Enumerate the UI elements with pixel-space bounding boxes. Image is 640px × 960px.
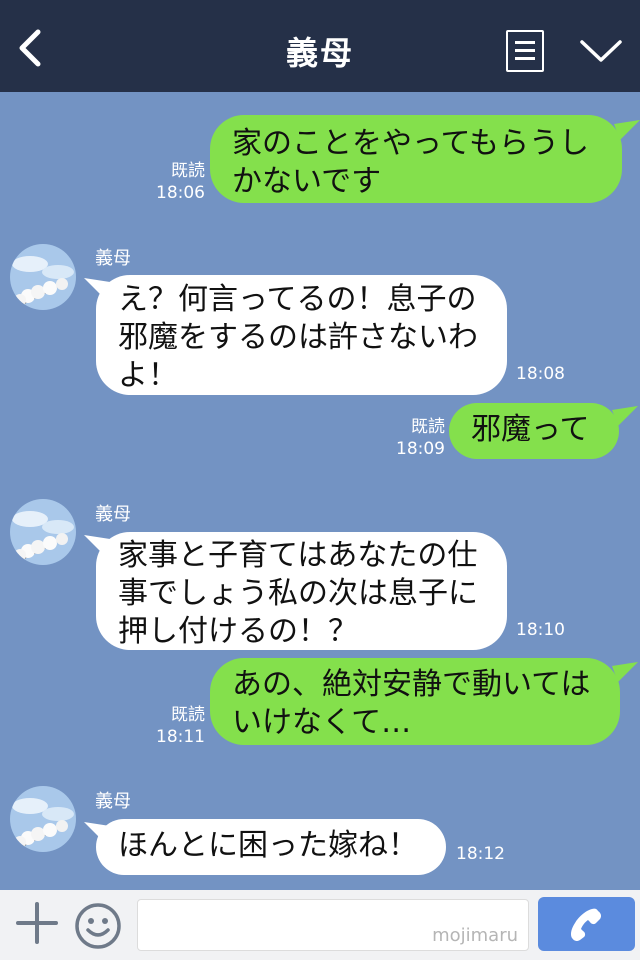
message-input[interactable]: mojimaru: [137, 899, 529, 951]
chevron-down-icon[interactable]: [578, 36, 624, 66]
read-status: 既読 18:09: [396, 417, 445, 459]
sender-name: 義母: [95, 504, 131, 525]
message-time: 18:10: [516, 620, 565, 640]
read-status: 既読 18:06: [156, 161, 205, 203]
message-bubble-outgoing[interactable]: 家のことをやってもらうし かないです: [210, 115, 622, 203]
chat-area: 既読 18:06 家のことをやってもらうし かないです 義母 え？何言ってるの！息子…: [0, 92, 640, 890]
message-time: 18:12: [456, 844, 505, 864]
phone-icon: [571, 908, 602, 941]
message-bubble-incoming[interactable]: 家事と子育てはあなたの仕 事でしょう私の次は息子に 押し付けるの！？: [96, 532, 507, 650]
bubble-tail: [614, 120, 640, 140]
bubble-tail: [612, 662, 638, 682]
watermark: mojimaru: [432, 925, 518, 946]
avatar[interactable]: [10, 786, 76, 852]
smiley-icon[interactable]: [74, 902, 122, 950]
header: 義母: [0, 0, 640, 92]
message-bubble-outgoing[interactable]: 邪魔って: [449, 403, 619, 459]
menu-icon[interactable]: [506, 30, 544, 72]
message-bubble-incoming[interactable]: ほんとに困った嫁ね！: [96, 819, 446, 875]
read-status: 既読 18:11: [156, 705, 205, 747]
input-bar: mojimaru: [0, 890, 640, 960]
call-button[interactable]: [538, 897, 635, 951]
message-bubble-incoming[interactable]: え？何言ってるの！息子の 邪魔をするのは許さないわ よ！: [96, 275, 507, 395]
bubble-tail: [612, 406, 638, 426]
sender-name: 義母: [95, 248, 131, 269]
avatar[interactable]: [10, 499, 76, 565]
avatar[interactable]: [10, 244, 76, 310]
message-bubble-outgoing[interactable]: あの、絶対安静で動いては いけなくて…: [210, 658, 620, 745]
plus-icon[interactable]: [16, 902, 58, 944]
message-time: 18:08: [516, 364, 565, 384]
sender-name: 義母: [95, 791, 131, 812]
chat-title: 義母: [285, 34, 354, 72]
